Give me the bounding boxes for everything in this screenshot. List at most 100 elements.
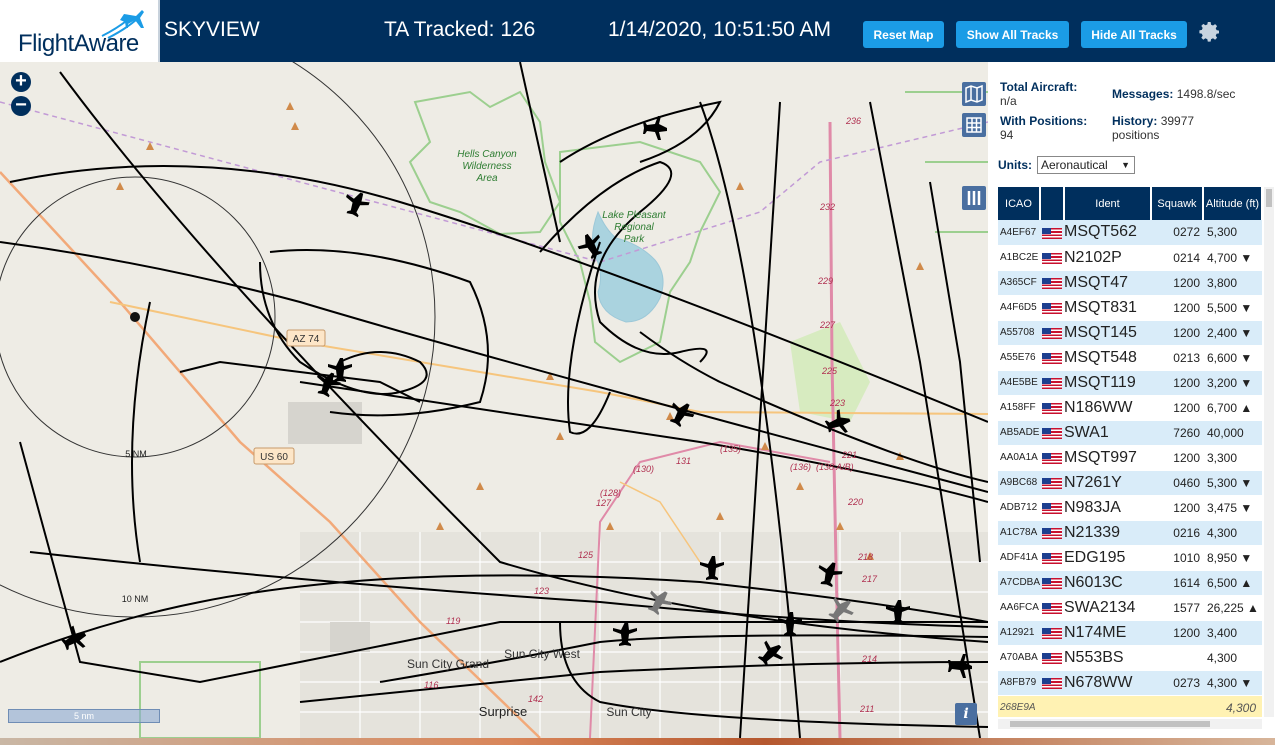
altitude-value: 26,225 xyxy=(1207,600,1244,615)
table-row[interactable]: A12921 N174ME 1200 3,400 xyxy=(998,620,1262,646)
us-flag-icon xyxy=(1042,477,1062,489)
aircraft-table-container[interactable]: ICAO Ident Squawk Altitude (ft) A4EF67 MS… xyxy=(998,187,1262,717)
table-row[interactable]: A70ABA N553BS 4,300 xyxy=(998,645,1262,671)
table-row[interactable]: A4F6D5 MSQT831 1200 5,500 ▼ xyxy=(998,295,1262,321)
map-label: Sun City West xyxy=(504,647,580,661)
scrollbar-thumb[interactable] xyxy=(1266,189,1272,207)
cell-altitude: 4,300 xyxy=(1203,695,1262,717)
flag-icon xyxy=(1040,520,1064,546)
table-row[interactable]: A1C78A N21339 0216 4,300 xyxy=(998,520,1262,546)
cell-icao: AB5ADE xyxy=(998,420,1040,446)
cell-ident: SWA2134 xyxy=(1064,595,1151,621)
cell-squawk: 1200 xyxy=(1151,495,1203,521)
cell-flag xyxy=(1040,695,1064,717)
table-vertical-scrollbar[interactable] xyxy=(1264,187,1274,717)
table-row[interactable]: A55708 MSQT145 1200 2,400 ▼ xyxy=(998,320,1262,346)
col-header-icao[interactable]: ICAO xyxy=(998,187,1041,220)
flag-icon xyxy=(1040,470,1064,496)
table-row[interactable]: AA6FCA SWA2134 1577 26,225 ▲ xyxy=(998,595,1262,621)
grid-icon xyxy=(966,117,982,133)
table-row[interactable]: A9BC68 N7261Y 0460 5,300 ▼ xyxy=(998,470,1262,496)
table-row[interactable]: A4EF67 MSQT562 0272 5,300 xyxy=(998,220,1262,246)
map-label: Area xyxy=(475,173,498,184)
table-row[interactable]: A365CF MSQT47 1200 3,800 xyxy=(998,270,1262,296)
history-value: 39977 xyxy=(1160,114,1195,128)
altitude-value: 4,700 xyxy=(1207,250,1238,265)
table-row[interactable]: A55E76 MSQT548 0213 6,600 ▼ xyxy=(998,345,1262,371)
altitude-trend-icon: ▼ xyxy=(1240,375,1253,390)
cell-altitude: 40,000 xyxy=(1203,420,1262,446)
cell-icao: A12921 xyxy=(998,620,1040,646)
zoom-out-button[interactable]: − xyxy=(11,95,31,116)
cell-squawk: 1200 xyxy=(1151,395,1203,421)
map-layers-button[interactable] xyxy=(962,82,986,106)
table-row[interactable]: A8FB79 N678WW 0273 4,300 ▼ xyxy=(998,670,1262,696)
table-row-selected[interactable]: 268E9A 4,300 xyxy=(998,695,1262,717)
us-flag-icon xyxy=(1042,527,1062,539)
col-header-altitude[interactable]: Altitude (ft) xyxy=(1203,187,1262,220)
cell-altitude: 4,300 ▼ xyxy=(1203,670,1262,696)
us-flag-icon xyxy=(1042,452,1062,464)
cell-squawk: 1200 xyxy=(1151,370,1203,396)
table-row[interactable]: AA0A1A MSQT997 1200 3,300 xyxy=(998,445,1262,471)
caret-down-icon: ▼ xyxy=(1121,160,1130,170)
us-flag-icon xyxy=(1042,602,1062,614)
col-header-ident[interactable]: Ident xyxy=(1064,187,1152,220)
map-canvas[interactable]: Hells Canyon Wilderness Area Lake Pleasa… xyxy=(0,62,988,738)
flag-icon xyxy=(1040,295,1064,321)
map-label: Park xyxy=(624,234,646,245)
cell-icao: A4E5BE xyxy=(998,370,1040,396)
zoom-in-button[interactable]: + xyxy=(11,71,31,92)
grid-toggle-button[interactable] xyxy=(962,113,986,137)
map-label: 125 xyxy=(578,550,594,560)
altitude-value: 40,000 xyxy=(1207,425,1244,440)
cell-altitude: 6,600 ▼ xyxy=(1203,345,1262,371)
cell-altitude: 3,200 ▼ xyxy=(1203,370,1262,396)
table-row[interactable]: ADF41A EDG195 1010 8,950 ▼ xyxy=(998,545,1262,571)
us-flag-icon xyxy=(1042,377,1062,389)
map-layer: Hells Canyon Wilderness Area Lake Pleasa… xyxy=(0,62,988,738)
cell-altitude: 6,700 ▲ xyxy=(1203,395,1262,421)
flag-icon xyxy=(1040,645,1064,671)
altitude-value: 2,400 xyxy=(1207,325,1238,340)
cell-ident: N6013C xyxy=(1064,570,1151,596)
table-row[interactable]: A1BC2E N2102P 0214 4,700 ▼ xyxy=(998,245,1262,271)
table-row[interactable]: ADB712 N983JA 1200 3,475 ▼ xyxy=(998,495,1262,521)
aircraft-table: ICAO Ident Squawk Altitude (ft) A4EF67 MS… xyxy=(998,187,1262,717)
aircraft-icon xyxy=(60,625,87,651)
map-label: (136) xyxy=(790,462,811,472)
units-dropdown[interactable]: Aeronautical ▼ xyxy=(1037,156,1135,174)
cell-ident: N174ME xyxy=(1064,620,1151,646)
table-horizontal-scrollbar[interactable] xyxy=(998,719,1262,729)
gear-icon[interactable] xyxy=(1198,20,1222,44)
table-row[interactable]: A158FF N186WW 1200 6,700 ▲ xyxy=(998,395,1262,421)
cell-ident: SWA1 xyxy=(1064,420,1151,446)
cell-ident: N2102P xyxy=(1064,245,1151,271)
reset-map-button[interactable]: Reset Map xyxy=(863,21,944,48)
altitude-value: 5,300 xyxy=(1207,475,1238,490)
cell-ident: MSQT562 xyxy=(1064,220,1151,246)
altitude-value: 4,300 xyxy=(1207,525,1238,540)
hide-all-tracks-button[interactable]: Hide All Tracks xyxy=(1081,21,1187,48)
table-row[interactable]: A4E5BE MSQT119 1200 3,200 ▼ xyxy=(998,370,1262,396)
map-label: 225 xyxy=(821,366,838,376)
map-label: 229 xyxy=(817,276,833,286)
show-all-tracks-button[interactable]: Show All Tracks xyxy=(956,21,1069,48)
columns-button[interactable] xyxy=(962,186,986,210)
cell-squawk: 1200 xyxy=(1151,620,1203,646)
altitude-trend-icon: ▲ xyxy=(1240,575,1253,590)
flightaware-logo[interactable]: FlightAware xyxy=(0,0,160,62)
map-label: Sun City xyxy=(606,705,651,719)
col-header-flag[interactable] xyxy=(1040,187,1065,220)
table-row[interactable]: A7CDBA N6013C 1614 6,500 ▲ xyxy=(998,570,1262,596)
cell-icao: ADB712 xyxy=(998,495,1040,521)
cell-icao: A4F6D5 xyxy=(998,295,1040,321)
col-header-squawk[interactable]: Squawk xyxy=(1151,187,1204,220)
scrollbar-thumb[interactable] xyxy=(1010,721,1210,727)
flag-icon xyxy=(1040,320,1064,346)
map-label: (138 A/B) xyxy=(816,462,854,472)
altitude-trend-icon: ▲ xyxy=(1247,600,1259,615)
cell-ident: N553BS xyxy=(1064,645,1151,671)
info-button[interactable]: i xyxy=(955,703,977,725)
table-row[interactable]: AB5ADE SWA1 7260 40,000 xyxy=(998,420,1262,446)
